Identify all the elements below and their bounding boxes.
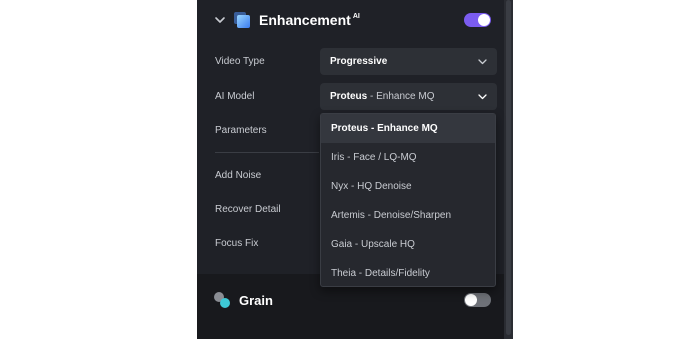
recover-detail-label: Recover Detail — [215, 204, 281, 215]
dropdown-option[interactable]: Gaia - Upscale HQ — [321, 230, 495, 259]
divider — [215, 152, 319, 153]
video-type-value: Progressive — [330, 56, 388, 67]
video-type-label: Video Type — [215, 56, 265, 67]
toggle-knob — [465, 294, 477, 306]
ai-badge: AI — [352, 13, 360, 20]
dropdown-option[interactable]: Proteus - Enhance MQ — [321, 114, 495, 143]
dropdown-option[interactable]: Theia - Details/Fidelity — [321, 259, 495, 288]
dropdown-option[interactable]: Artemis - Denoise/Sharpen — [321, 201, 495, 230]
enhancement-cube-icon — [234, 12, 250, 28]
scrollbar-thumb[interactable] — [506, 0, 511, 335]
parameters-label: Parameters — [215, 125, 267, 136]
section-title-grain[interactable]: Grain — [239, 293, 273, 308]
ai-model-label: AI Model — [215, 91, 255, 102]
ai-model-value: Proteus - Enhance MQ — [330, 91, 435, 102]
dropdown-option[interactable]: Iris - Face / LQ-MQ — [321, 143, 495, 172]
scrollbar[interactable] — [504, 0, 513, 339]
ai-model-select[interactable]: Proteus - Enhance MQ — [320, 83, 497, 110]
chevron-down-icon — [478, 94, 487, 100]
add-noise-label: Add Noise — [215, 170, 262, 181]
dropdown-option[interactable]: Nyx - HQ Denoise — [321, 172, 495, 201]
focus-fix-label: Focus Fix — [215, 238, 259, 249]
ai-model-dropdown: Proteus - Enhance MQ Iris - Face / LQ-MQ… — [320, 113, 496, 287]
grain-dots-icon — [214, 292, 230, 308]
video-type-select[interactable]: Progressive — [320, 48, 497, 75]
chevron-down-icon — [478, 59, 487, 65]
section-title-enhancement[interactable]: Enhancement AI — [259, 12, 360, 28]
toggle-knob — [478, 14, 490, 26]
enhancement-toggle[interactable] — [464, 13, 491, 27]
collapse-chevron-icon[interactable] — [214, 15, 226, 25]
grain-toggle[interactable] — [464, 293, 491, 307]
